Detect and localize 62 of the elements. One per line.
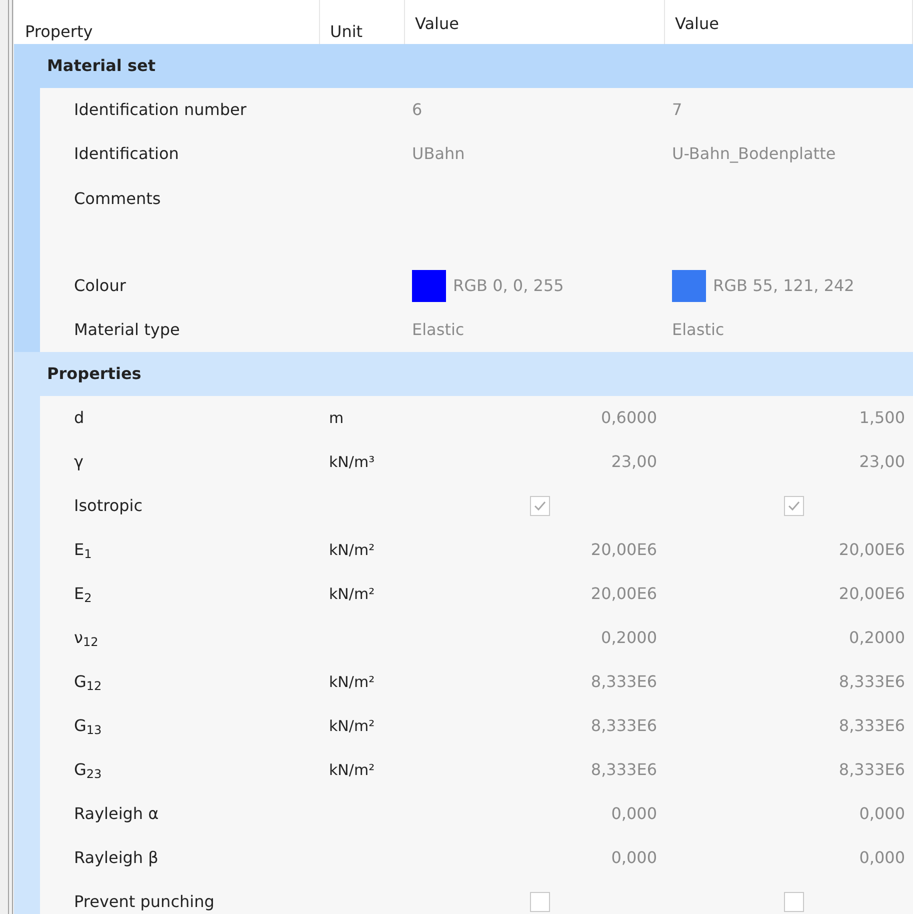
property-name: Rayleigh α (74, 803, 159, 825)
property-name: Identification (74, 143, 179, 165)
group-header[interactable]: Material set (14, 44, 913, 88)
property-name: Rayleigh β (74, 847, 158, 869)
value-text: 20,00E6 (838, 539, 905, 561)
property-name: E$_{1}$ (74, 539, 92, 562)
value-text: 0,2000 (849, 627, 905, 649)
value-text: RGB 0, 0, 255 (453, 275, 564, 297)
value-text: 8,333E6 (838, 715, 905, 737)
property-name: Identification number (74, 99, 246, 121)
value-text: RGB 55, 121, 242 (713, 275, 854, 297)
colour-swatch[interactable] (672, 270, 706, 302)
unit-text: kN/m² (329, 760, 375, 781)
checkbox[interactable] (784, 496, 804, 516)
unit-text: m (329, 408, 344, 429)
value-text: 8,333E6 (590, 715, 657, 737)
value-text: 20,00E6 (590, 583, 657, 605)
value-text: 20,00E6 (590, 539, 657, 561)
value-text: 7 (672, 99, 682, 121)
value-text: 0,2000 (601, 627, 657, 649)
value-text: 0,6000 (601, 407, 657, 429)
value-text: 8,333E6 (590, 671, 657, 693)
property-name: d (74, 407, 84, 429)
property-name: G$_{13}$ (74, 715, 102, 738)
value-text: Elastic (672, 319, 724, 341)
unit-text: kN/m² (329, 584, 375, 605)
value-text: 20,00E6 (838, 583, 905, 605)
property-name: Material type (74, 319, 180, 341)
value-text: 0,000 (859, 803, 905, 825)
colour-swatch[interactable] (412, 270, 446, 302)
value-text: 0,000 (611, 847, 657, 869)
value-text: 8,333E6 (838, 671, 905, 693)
value-text: 0,000 (611, 803, 657, 825)
value-text: 8,333E6 (838, 759, 905, 781)
value-text: 1,500 (859, 407, 905, 429)
property-name: G$_{23}$ (74, 759, 102, 782)
property-name: G$_{12}$ (74, 671, 102, 694)
property-name: Isotropic (74, 495, 143, 517)
property-name: γ (74, 451, 84, 473)
value-text: U-Bahn_Bodenplatte (672, 143, 836, 165)
property-name: Comments (74, 188, 161, 210)
property-name: E$_{2}$ (74, 583, 92, 606)
value-text: Elastic (412, 319, 464, 341)
checkbox[interactable] (784, 892, 804, 912)
unit-text: kN/m² (329, 672, 375, 693)
unit-text: kN/m³ (329, 452, 375, 473)
unit-text: kN/m² (329, 716, 375, 737)
property-name: Colour (74, 275, 126, 297)
checkmark-icon (788, 501, 800, 511)
property-name: Prevent punching (74, 891, 214, 913)
property-name: ν$_{12}$ (74, 627, 98, 650)
checkbox[interactable] (530, 496, 550, 516)
value-text: UBahn (412, 143, 465, 165)
group-header[interactable]: Properties (14, 352, 913, 396)
value-text: 23,00 (611, 451, 657, 473)
value-text: 8,333E6 (590, 759, 657, 781)
unit-text: kN/m² (329, 540, 375, 561)
value-text: 0,000 (859, 847, 905, 869)
checkbox[interactable] (530, 892, 550, 912)
checkmark-icon (534, 501, 546, 511)
value-text: 23,00 (859, 451, 905, 473)
value-text: 6 (412, 99, 422, 121)
